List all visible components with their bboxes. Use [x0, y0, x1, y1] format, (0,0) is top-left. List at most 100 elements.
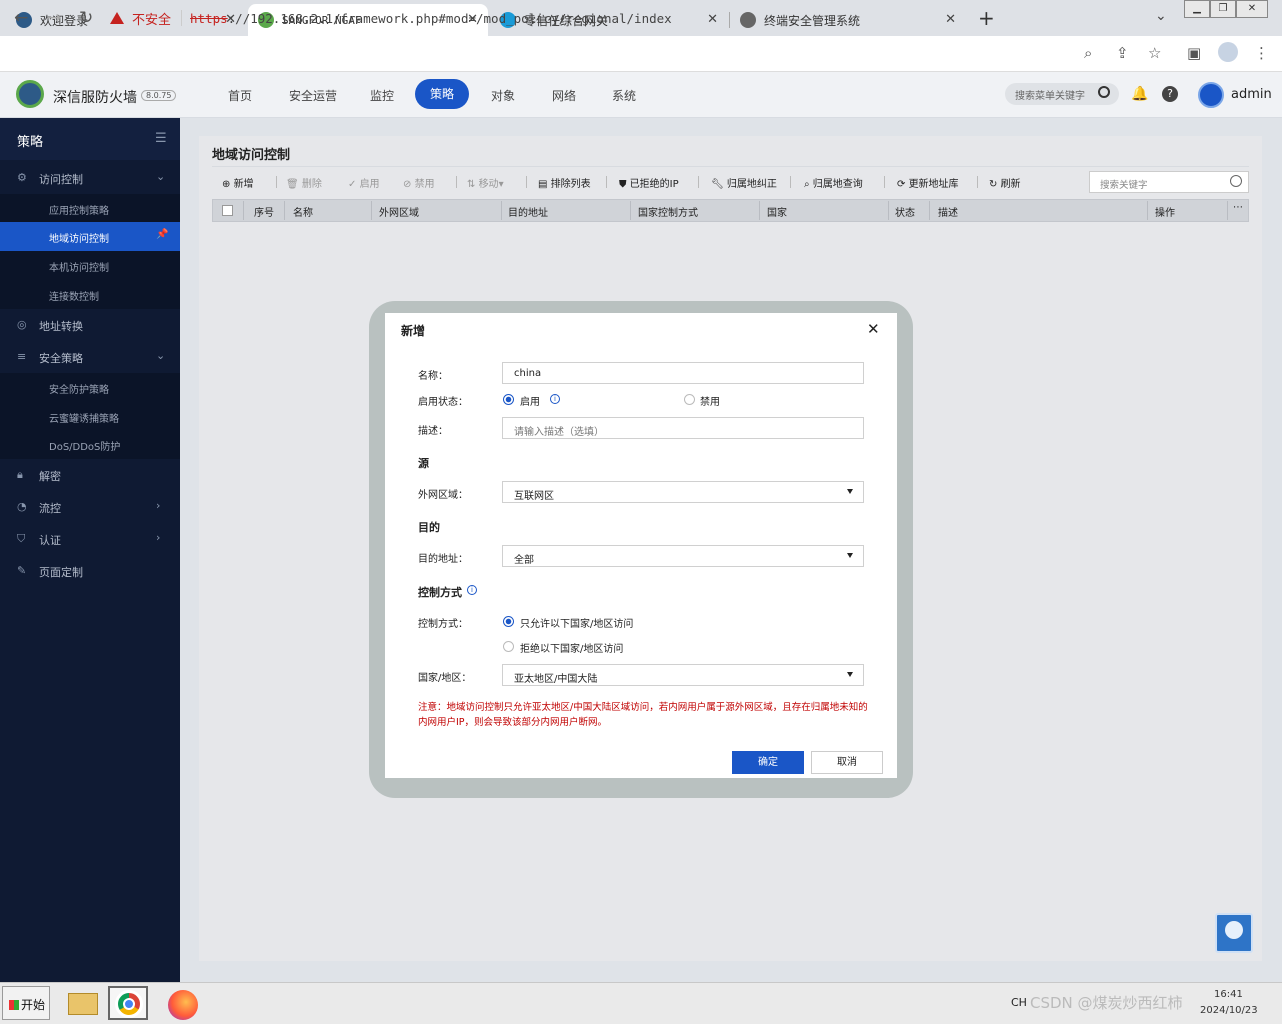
location-correction-button[interactable]: 🔧︎ 归属地纠正 — [711, 175, 777, 190]
sidebar-group-page-custom[interactable]: ✎ 页面定制 — [0, 555, 180, 587]
nav-home[interactable]: 首页 — [228, 87, 252, 104]
column-settings-icon[interactable]: ⋯ — [1233, 202, 1243, 213]
disable-button[interactable]: ⊘ 禁用 — [403, 175, 435, 190]
nav-system[interactable]: 系统 — [612, 87, 636, 104]
bookmark-star-icon[interactable]: ☆ — [1148, 44, 1161, 62]
profile-icon[interactable] — [1218, 42, 1238, 62]
minimize-button[interactable]: ▁ — [1184, 0, 1210, 18]
sidebar-group-nat[interactable]: ◎ 地址转换 — [0, 309, 180, 341]
move-icon: ⇅ — [467, 179, 479, 190]
country-select[interactable]: 亚太地区/中国大陆 — [502, 664, 864, 686]
column-header-zone[interactable]: 外网区域 — [379, 204, 419, 219]
blocked-ip-button[interactable]: ⛊ 已拒绝的IP — [619, 175, 679, 190]
name-input[interactable]: china — [502, 362, 864, 384]
chevron-down-icon: ⌄ — [156, 349, 166, 362]
nav-objects[interactable]: 对象 — [491, 87, 515, 104]
refresh-button[interactable]: ↻ 刷新 — [989, 175, 1021, 190]
move-button[interactable]: ⇅ 移动▾ — [467, 175, 504, 190]
sidebar-group-label: 流控 — [39, 502, 61, 515]
browser-menu-icon[interactable]: ⋮ — [1254, 44, 1269, 62]
pin-icon[interactable]: 📌 — [156, 229, 168, 240]
toolbar-separator — [884, 176, 885, 188]
cancel-button[interactable]: 取消 — [811, 751, 883, 774]
clock-time[interactable]: 16:41 — [1214, 989, 1243, 1000]
column-header-name[interactable]: 名称 — [293, 204, 313, 219]
firefox-icon[interactable] — [168, 990, 198, 1020]
info-icon[interactable]: i — [467, 585, 477, 595]
sidebar-group-decrypt[interactable]: 🔒︎ 解密 — [0, 459, 180, 491]
sidebar-group-security-policy[interactable]: ≡ 安全策略 ⌄ — [0, 341, 180, 373]
not-secure-label[interactable]: 不安全 — [132, 9, 171, 28]
side-panel-icon[interactable]: ▣ — [1187, 44, 1201, 62]
zoom-icon[interactable]: ⌕ — [1084, 44, 1092, 62]
dest-select[interactable]: 全部 — [502, 545, 864, 567]
location-lookup-button[interactable]: ⌕ 归属地查询 — [804, 175, 863, 190]
sidebar-item-local-access[interactable]: 本机访问控制 — [0, 251, 180, 280]
status-disable-label[interactable]: 禁用 — [700, 393, 720, 408]
start-button[interactable]: 开始 — [2, 986, 50, 1020]
nav-monitor[interactable]: 监控 — [370, 87, 394, 104]
back-arrow-icon[interactable]: ← — [14, 8, 28, 28]
sidebar-group-auth[interactable]: ⛉ 认证 › — [0, 523, 180, 555]
forward-arrow-icon[interactable]: → — [47, 8, 61, 28]
sidebar-group-traffic-control[interactable]: ◔ 流控 › — [0, 491, 180, 523]
zone-select[interactable]: 互联网区 — [502, 481, 864, 503]
confirm-button[interactable]: 确定 — [732, 751, 804, 774]
sidebar-group-label: 认证 — [39, 534, 61, 547]
search-icon[interactable] — [1098, 86, 1110, 98]
status-disable-radio[interactable] — [684, 394, 695, 405]
column-header-index[interactable]: 序号 — [254, 204, 274, 219]
search-icon[interactable] — [1230, 175, 1242, 187]
sidebar-item-regional-access[interactable]: 地域访问控制 📌 — [0, 222, 180, 251]
sidebar-group-access-control[interactable]: ⚙ 访问控制 ⌄ — [0, 162, 180, 194]
sidebar-item-connection-limit[interactable]: 连接数控制 — [0, 280, 180, 309]
help-icon[interactable]: ? — [1162, 86, 1178, 102]
column-header-dest[interactable]: 目的地址 — [508, 204, 548, 219]
description-input[interactable]: 请输入描述（选填） — [502, 417, 864, 439]
column-header-status[interactable]: 状态 — [895, 204, 915, 219]
bell-icon[interactable]: 🔔 — [1131, 86, 1148, 102]
exclude-list-button[interactable]: ▤ 排除列表 — [538, 175, 591, 190]
control-deny-label[interactable]: 拒绝以下国家/地区访问 — [520, 640, 623, 655]
status-enable-radio[interactable] — [503, 394, 514, 405]
move-label: 移动 — [478, 179, 499, 190]
column-header-country[interactable]: 国家 — [767, 204, 787, 219]
add-button[interactable]: ⊕ 新增 — [222, 175, 254, 190]
control-deny-radio[interactable] — [503, 641, 514, 652]
url-field[interactable]: 不安全 https ://192.168.2.1/framework.php#m… — [110, 6, 1170, 30]
avatar[interactable] — [1198, 82, 1224, 108]
keyword-search-input[interactable]: 搜索关键字 — [1089, 171, 1249, 193]
sidebar-item-app-control[interactable]: 应用控制策略 — [0, 194, 180, 223]
sync-icon: ⟳ — [897, 179, 909, 190]
clock-date[interactable]: 2024/10/23 — [1200, 1005, 1258, 1016]
nav-security-ops[interactable]: 安全运营 — [289, 87, 337, 104]
info-icon[interactable]: i — [550, 394, 560, 404]
share-icon[interactable]: ⇪ — [1116, 44, 1129, 62]
sidebar-item-honeypot-policy[interactable]: 云蜜罐诱捕策略 — [0, 402, 180, 431]
control-allow-label[interactable]: 只允许以下国家/地区访问 — [520, 615, 633, 630]
update-library-button[interactable]: ⟳ 更新地址库 — [897, 175, 959, 190]
close-icon[interactable]: ✕ — [867, 320, 880, 338]
dialog-title: 新增 — [401, 324, 426, 338]
reload-icon[interactable]: ↻ — [79, 8, 93, 28]
status-enable-label[interactable]: 启用 — [520, 393, 540, 408]
control-allow-radio[interactable] — [503, 616, 514, 627]
restore-button[interactable]: ❐ — [1210, 0, 1236, 18]
enable-button[interactable]: ✓ 启用 — [348, 175, 380, 190]
column-header-control-mode[interactable]: 国家控制方式 — [638, 204, 698, 219]
close-window-button[interactable]: ✕ — [1236, 0, 1268, 18]
windows-flag-icon — [9, 1000, 19, 1010]
column-divider — [929, 201, 930, 220]
input-language[interactable]: CH — [1011, 996, 1027, 1009]
nav-policy[interactable]: 策略 — [415, 79, 469, 109]
select-all-checkbox[interactable] — [222, 205, 233, 216]
delete-button[interactable]: 🗑︎ 删除 — [286, 175, 322, 190]
sidebar-item-protection-policy[interactable]: 安全防护策略 — [0, 373, 180, 402]
username[interactable]: admin — [1231, 87, 1272, 102]
nav-network[interactable]: 网络 — [552, 87, 576, 104]
column-header-description[interactable]: 描述 — [938, 204, 958, 219]
chevron-right-icon: › — [156, 499, 161, 512]
column-header-actions[interactable]: 操作 — [1155, 204, 1175, 219]
sidebar-item-ddos-protection[interactable]: DoS/DDoS防护 — [0, 430, 180, 459]
collapse-menu-icon[interactable]: ☰ — [155, 131, 167, 146]
